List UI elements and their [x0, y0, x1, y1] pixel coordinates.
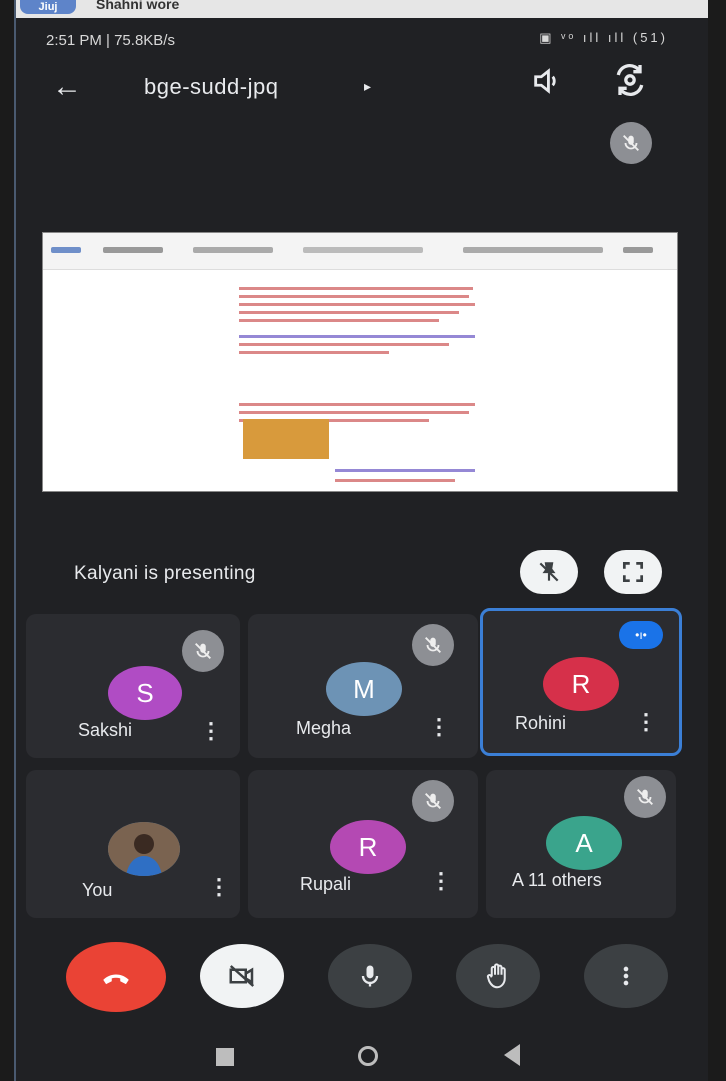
meeting-header: ← bge-sudd-jpq ▸: [16, 63, 708, 114]
participant-tile-you[interactable]: You ⋮: [26, 770, 240, 918]
mic-off-icon: [412, 780, 454, 822]
video-off-icon[interactable]: [200, 944, 284, 1008]
participant-name: Sakshi: [78, 720, 133, 740]
shared-screen[interactable]: [42, 232, 678, 492]
notification-strip[interactable]: Jiuj Shahni wore: [16, 0, 708, 18]
system-nav-bar: [16, 1030, 708, 1081]
pin-off-icon[interactable]: [520, 550, 578, 594]
fullscreen-icon[interactable]: [604, 550, 662, 594]
avatar: S: [108, 666, 182, 720]
more-vertical-icon[interactable]: ⋮: [208, 876, 230, 898]
status-bar: 2:51 PM | 75.8KB/s ▣ ᵛᵒ ıll ıll (51): [16, 26, 708, 56]
participant-name: A 11 others: [512, 870, 602, 890]
avatar: R: [543, 657, 619, 711]
speaking-indicator-icon: •ı•: [619, 621, 663, 649]
more-vertical-icon[interactable]: ⋮: [430, 870, 452, 892]
meet-screen: Jiuj Shahni wore 2:51 PM | 75.8KB/s ▣ ᵛᵒ…: [14, 0, 708, 1081]
more-vertical-icon[interactable]: [584, 944, 668, 1008]
home-icon[interactable]: [358, 1046, 378, 1066]
participant-tile-sakshi[interactable]: S Sakshi ⋮: [26, 614, 240, 758]
avatar: R: [330, 820, 406, 874]
participant-tile-others[interactable]: A A 11 others: [486, 770, 676, 918]
back-nav-icon[interactable]: [504, 1044, 520, 1066]
participant-name: Megha: [296, 718, 352, 738]
notification-sender: Shahni wore: [96, 0, 180, 12]
back-arrow-icon[interactable]: ←: [52, 70, 82, 104]
mic-off-icon: [182, 630, 224, 672]
participant-name: Rohini: [515, 713, 567, 733]
camera-rotate-icon[interactable]: [610, 60, 650, 100]
participant-tile-megha[interactable]: M Megha ⋮: [248, 614, 478, 758]
avatar: [108, 822, 180, 876]
status-time: 2:51 PM | 75.8KB/s: [46, 32, 175, 49]
recents-icon[interactable]: [216, 1048, 234, 1066]
participant-tile-rupali[interactable]: R Rupali ⋮: [248, 770, 478, 918]
speaker-icon[interactable]: [530, 64, 564, 98]
shared-toolbar: [43, 233, 677, 270]
participant-name: You: [82, 880, 113, 900]
status-icons: ▣ ᵛᵒ ıll ıll (51): [539, 30, 668, 45]
shared-image: [243, 419, 329, 459]
phone-hangup-icon[interactable]: [66, 942, 166, 1012]
avatar: A: [546, 816, 622, 870]
code-caret-icon[interactable]: ▸: [364, 78, 371, 95]
call-controls: [16, 930, 708, 1030]
participant-name: Rupali: [300, 874, 352, 894]
avatar: M: [326, 662, 402, 716]
meeting-code[interactable]: bge-sudd-jpq: [144, 74, 278, 100]
participant-tile-rohini[interactable]: •ı• R Rohini ⋮: [480, 608, 682, 756]
mic-icon[interactable]: [328, 944, 412, 1008]
mic-off-icon: [412, 624, 454, 666]
more-vertical-icon[interactable]: ⋮: [200, 720, 222, 742]
mic-off-icon: [610, 122, 652, 164]
raise-hand-icon[interactable]: [456, 944, 540, 1008]
notification-app-pill: Jiuj: [20, 0, 76, 14]
mic-off-icon: [624, 776, 666, 818]
more-vertical-icon[interactable]: ⋮: [428, 716, 450, 738]
more-vertical-icon[interactable]: ⋮: [635, 711, 657, 733]
presenting-label: Kalyani is presenting: [74, 563, 256, 584]
